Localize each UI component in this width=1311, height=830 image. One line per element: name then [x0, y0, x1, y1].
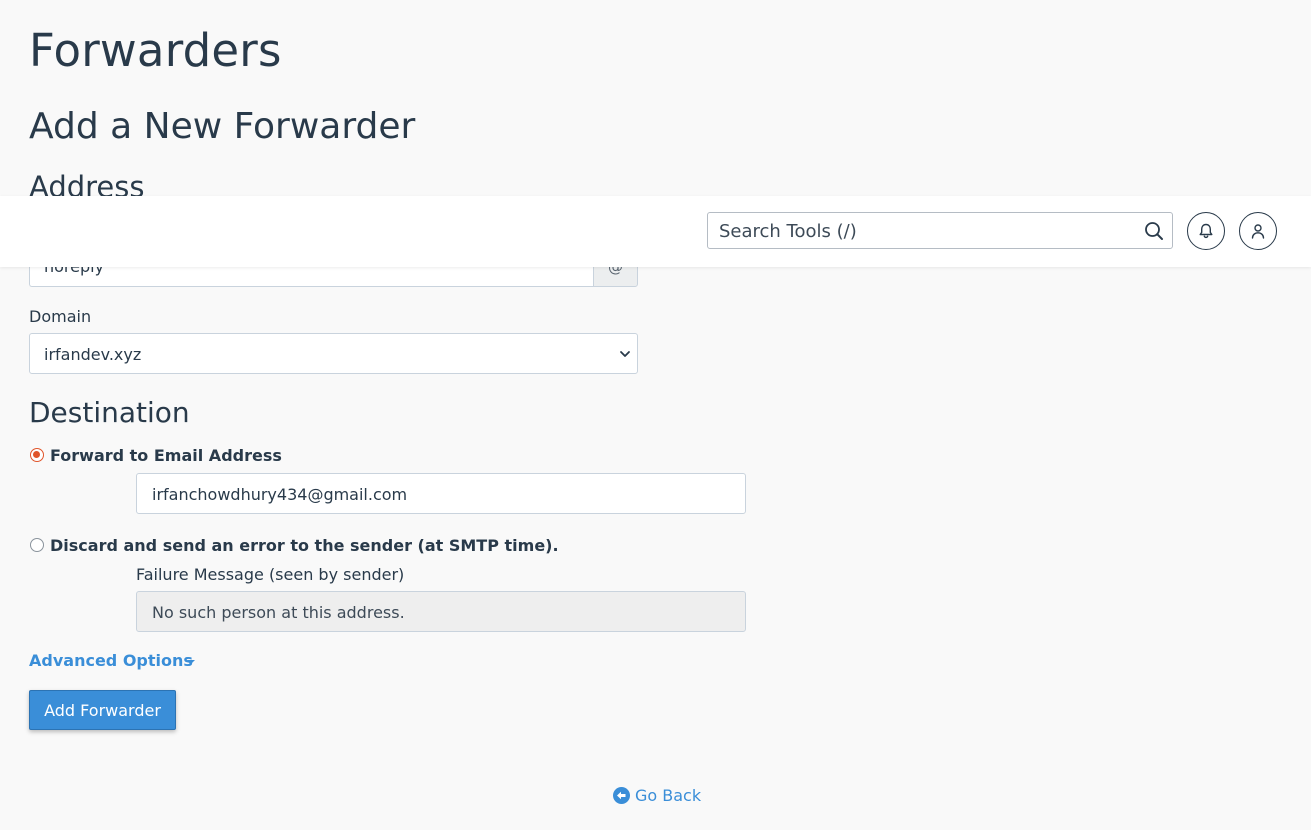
forward-radio[interactable]: [30, 448, 44, 462]
search-input[interactable]: Search Tools (/): [707, 212, 1173, 249]
discard-radio-label[interactable]: Discard and send an error to the sender …: [50, 536, 559, 555]
forward-radio-label[interactable]: Forward to Email Address: [50, 446, 282, 465]
caret-down-icon[interactable]: [187, 660, 195, 664]
domain-label: Domain: [29, 307, 92, 326]
arrow-circle-left-icon: [613, 787, 630, 804]
add-forwarder-button[interactable]: Add Forwarder: [29, 690, 176, 730]
bell-icon: [1199, 223, 1213, 239]
user-menu-button[interactable]: [1239, 212, 1277, 250]
chevron-down-icon: [620, 351, 630, 357]
section-title: Add a New Forwarder: [29, 106, 416, 147]
go-back-text: Go Back: [635, 786, 702, 805]
destination-title: Destination: [29, 396, 190, 429]
notifications-button[interactable]: [1187, 212, 1225, 250]
top-header-bar: Search Tools (/): [0, 196, 1311, 267]
failure-message-value: No such person at this address.: [152, 603, 405, 622]
search-placeholder: Search Tools (/): [719, 221, 857, 242]
page-title: Forwarders: [29, 24, 282, 77]
go-back-link[interactable]: Go Back: [613, 786, 701, 805]
advanced-options-link[interactable]: Advanced Options: [29, 651, 193, 670]
domain-select[interactable]: irfandev.xyz: [29, 333, 638, 374]
search-icon[interactable]: [1144, 221, 1164, 241]
failure-message-field: No such person at this address.: [136, 591, 746, 632]
forward-email-field[interactable]: irfanchowdhury434@gmail.com: [136, 473, 746, 514]
forward-email-value: irfanchowdhury434@gmail.com: [152, 485, 408, 504]
failure-message-label: Failure Message (seen by sender): [136, 565, 405, 584]
discard-radio[interactable]: [30, 538, 44, 552]
user-icon: [1251, 224, 1265, 239]
domain-select-value: irfandev.xyz: [44, 345, 142, 364]
